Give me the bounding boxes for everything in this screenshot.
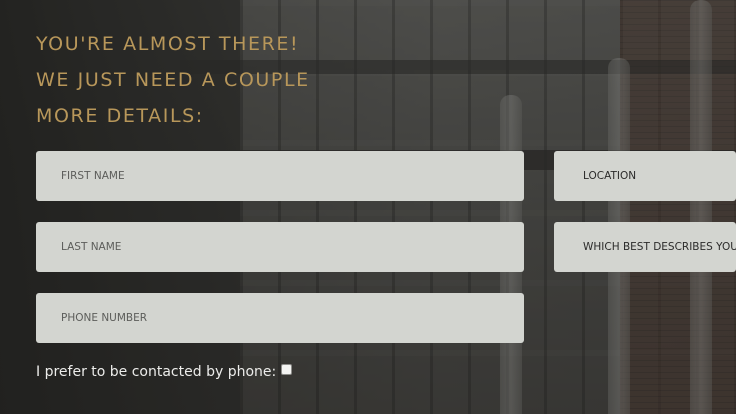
title-line: WE JUST NEED A COUPLE	[36, 69, 310, 91]
location-select[interactable]: LOCATION	[554, 151, 736, 201]
last-name-field[interactable]: LAST NAME	[36, 222, 524, 272]
phone-preference[interactable]: I prefer to be contacted by phone:	[36, 363, 293, 380]
phone-preference-checkbox[interactable]	[281, 363, 293, 375]
first-name-field[interactable]: FIRST NAME	[36, 151, 524, 201]
title-line: YOU'RE ALMOST THERE!	[36, 33, 300, 55]
title-line: MORE DETAILS:	[36, 105, 204, 127]
phone-preference-label: I prefer to be contacted by phone:	[36, 364, 277, 380]
page-title: YOU'RE ALMOST THERE! WE JUST NEED A COUP…	[36, 26, 310, 134]
describes-you-select[interactable]: WHICH BEST DESCRIBES YOU?	[554, 222, 736, 272]
phone-number-field[interactable]: PHONE NUMBER	[36, 293, 524, 343]
